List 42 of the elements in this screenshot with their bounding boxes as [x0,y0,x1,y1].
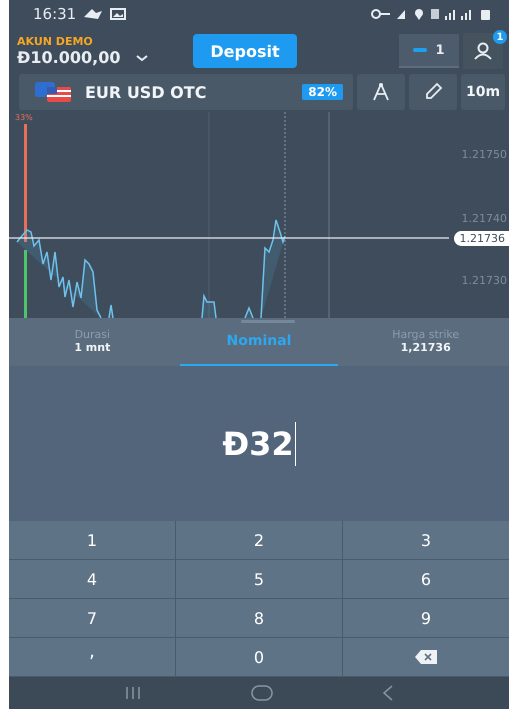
notification-icon [82,7,104,21]
amount-field[interactable]: Đ32 [222,422,296,466]
pencil-icon [423,82,443,102]
recent-apps-icon[interactable] [124,686,142,700]
open-trades-button[interactable]: 1 [399,34,459,68]
keypad-key[interactable]: 8 [176,599,342,637]
account-balance[interactable]: Đ10.000,00 [17,48,120,67]
profile-button[interactable] [463,33,503,69]
sentiment-label: 33% [15,113,33,122]
keypad-key[interactable]: 9 [343,599,509,637]
notification-badge: 1 [493,30,507,44]
keypad-key[interactable]: , [9,638,175,676]
price-axis-label: 1.21740 [462,212,507,225]
keypad-key[interactable]: 5 [176,560,342,598]
keypad-key[interactable]: 6 [343,560,509,598]
drawing-tools-button[interactable] [357,74,405,110]
keypad-key[interactable]: 2 [176,521,342,559]
home-icon[interactable] [250,685,273,701]
dash-icon [413,47,428,53]
keypad-key[interactable]: 0 [176,638,342,676]
keypad-key[interactable]: 3 [343,521,509,559]
image-icon [110,8,126,20]
deposit-button[interactable]: Deposit [193,34,297,68]
asset-selector[interactable]: EUR USD OTC 82% [19,74,353,110]
account-type-label: AKUN DEMO [17,35,94,48]
profile-icon [473,42,493,60]
keypad-key[interactable]: 4 [9,560,175,598]
pencil-button[interactable] [409,74,457,110]
flags-icon [33,81,73,103]
current-price-label: 1.21736 [454,231,509,246]
backspace-icon [415,650,437,664]
price-axis-label: 1.21730 [462,274,507,287]
chevron-down-icon[interactable] [134,54,148,62]
keypad-key[interactable]: 1 [9,521,175,559]
status-time: 16:31 [33,5,76,23]
compass-icon [371,82,391,102]
backspace-key[interactable] [343,638,509,676]
back-icon[interactable] [382,685,394,701]
price-axis-label: 1.21750 [462,148,507,161]
keypad-key[interactable]: 7 [9,599,175,637]
timeframe-button[interactable]: 10m [461,74,505,110]
payout-badge: 82% [302,84,343,100]
